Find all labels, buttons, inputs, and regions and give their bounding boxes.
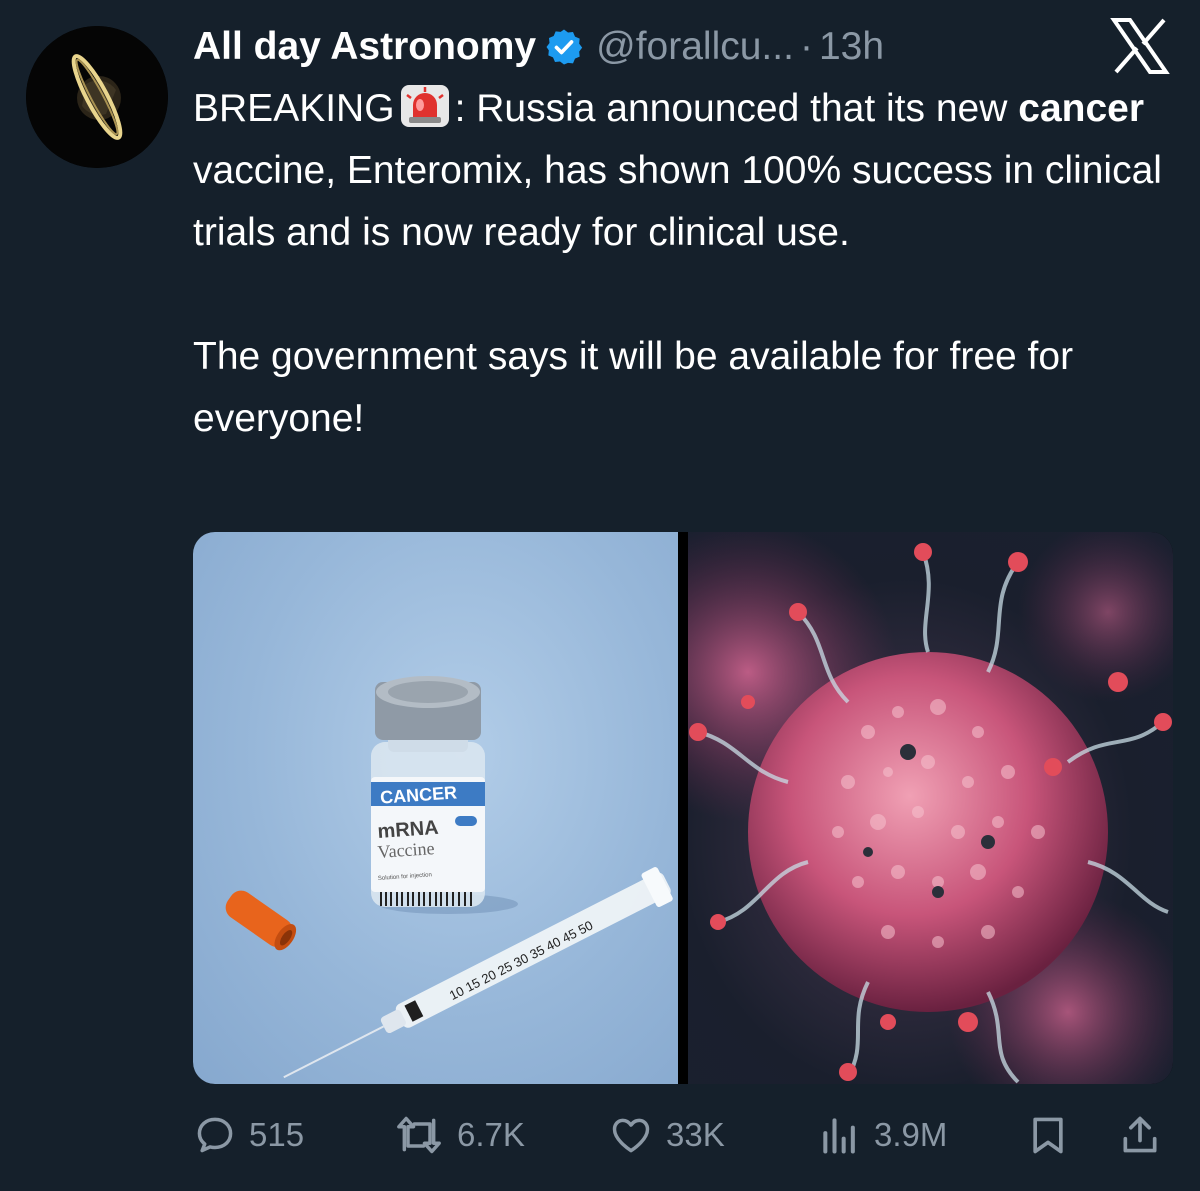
vial-label-sub: Vaccine — [377, 838, 435, 862]
author-handle[interactable]: @forallcu... — [596, 25, 794, 69]
tweet-line1: : Russia announced that its new — [454, 87, 1008, 130]
reply-count: 515 — [249, 1116, 305, 1153]
author-avatar[interactable] — [26, 26, 168, 168]
bookmark-button[interactable] — [1026, 1110, 1082, 1160]
tweet-timestamp[interactable]: 13h — [819, 25, 884, 69]
cancer-cell-image[interactable] — [688, 532, 1173, 1084]
views-icon — [823, 1118, 855, 1154]
reply-button[interactable]: 515 — [193, 1110, 304, 1160]
author-name[interactable]: All day Astronomy — [193, 25, 536, 69]
breaking-label: BREAKING — [193, 87, 395, 130]
x-logo-icon[interactable] — [1110, 18, 1170, 74]
separator-dot: · — [799, 25, 813, 68]
repost-count: 6.7K — [457, 1116, 525, 1153]
tweet-header: All day Astronomy @forallcu... · 13h — [193, 22, 884, 72]
tweet-text: BREAKING: Russia announced that its new … — [193, 78, 1183, 450]
bold-word-cancer: cancer — [1018, 87, 1145, 130]
vaccine-vial-image[interactable]: CANCER mRNA Vaccine Solution for injecti… — [193, 532, 678, 1084]
planet-avatar-icon — [26, 26, 168, 168]
like-button[interactable]: 33K — [608, 1110, 725, 1160]
bookmark-icon — [1033, 1117, 1063, 1154]
tweet-actions: 515 6.7K 33K 3.9M — [193, 1110, 1183, 1160]
heart-icon — [612, 1118, 650, 1153]
syringe-markings: 10 15 20 25 30 35 40 45 50 — [447, 917, 596, 1003]
share-icon — [1123, 1116, 1157, 1153]
view-count: 3.9M — [874, 1116, 948, 1153]
verified-badge-icon — [546, 29, 583, 65]
repost-icon — [397, 1116, 441, 1154]
share-button[interactable] — [1118, 1110, 1174, 1160]
reply-icon — [197, 1117, 233, 1153]
tweet-paragraph-2: The government says it will be available… — [193, 335, 1074, 440]
repost-button[interactable]: 6.7K — [393, 1110, 525, 1160]
views-button[interactable]: 3.9M — [818, 1110, 947, 1160]
vaccine-illustration: CANCER mRNA Vaccine Solution for injecti… — [225, 676, 673, 1079]
cancer-cell-illustration — [688, 532, 1173, 1084]
like-count: 33K — [666, 1116, 725, 1153]
tweet-line2: vaccine, Enteromix, has shown 100% succe… — [193, 149, 1162, 254]
police-siren-emoji-icon — [400, 85, 449, 127]
tweet-media: CANCER mRNA Vaccine Solution for injecti… — [193, 532, 1173, 1084]
